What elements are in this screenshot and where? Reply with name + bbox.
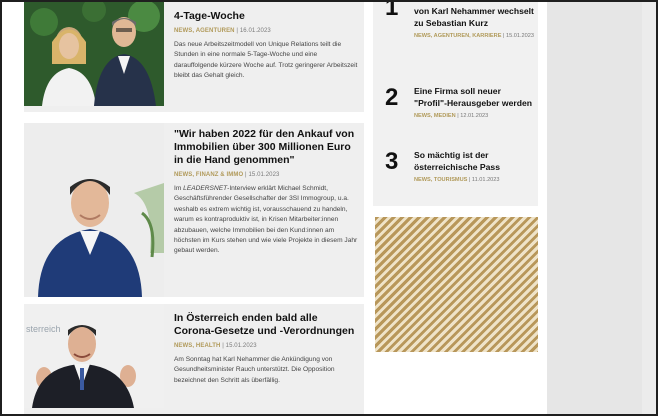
article-categories[interactable]: NEWS, FINANZ & IMMO xyxy=(174,172,243,178)
article-categories[interactable]: NEWS, HEALTH xyxy=(174,343,220,349)
article-image[interactable] xyxy=(24,123,164,297)
article-headline[interactable]: In Österreich enden bald alle Corona-Ges… xyxy=(174,312,360,338)
article-excerpt: Das neue Arbeitszeitmodell von Unique Re… xyxy=(174,41,358,80)
ranking-number: 2 xyxy=(385,84,399,111)
article-image[interactable]: sterreich xyxy=(24,304,164,408)
most-read-list: 1 von Karl Nehammer wechselt zu Sebastia… xyxy=(373,2,538,206)
ranking-item[interactable]: 2 Eine Firma soll neuer "Profil"-Herausg… xyxy=(385,86,535,142)
ranking-date: | 11.01.2023 xyxy=(468,177,500,183)
ranking-date: | 15.01.2023 xyxy=(503,33,535,39)
article-date: | 15.01.2023 xyxy=(245,172,280,178)
ranking-body: Eine Firma soll neuer "Profil"-Herausgeb… xyxy=(414,86,535,120)
ranking-meta: NEWS, AGENTUREN, KARRIERE | 15.01.2023 xyxy=(414,32,535,40)
article-content: "Wir haben 2022 für den Ankauf von Immob… xyxy=(174,128,360,257)
ranking-categories[interactable]: NEWS, MEDIEN xyxy=(414,113,456,119)
article-categories[interactable]: NEWS, AGENTUREN xyxy=(174,28,235,34)
article-image[interactable] xyxy=(24,2,164,106)
ranking-item[interactable]: 1 von Karl Nehammer wechselt zu Sebastia… xyxy=(385,0,535,66)
ranking-title[interactable]: Eine Firma soll neuer "Profil"-Herausgeb… xyxy=(414,86,535,109)
article-photo-graphic xyxy=(24,2,164,106)
article-date: | 16.01.2023 xyxy=(236,28,271,34)
ranking-number: 3 xyxy=(385,148,399,175)
article-card[interactable]: "Wir haben 2022 für den Ankauf von Immob… xyxy=(24,123,364,297)
article-headline[interactable]: 4-Tage-Woche xyxy=(174,10,360,23)
ranking-date: | 12.01.2023 xyxy=(457,113,489,119)
article-date: | 15.01.2023 xyxy=(222,343,257,349)
ranking-body: von Karl Nehammer wechselt zu Sebastian … xyxy=(414,6,535,40)
ranking-categories[interactable]: NEWS, TOURISMUS xyxy=(414,177,467,183)
ranking-title[interactable]: von Karl Nehammer wechselt zu Sebastian … xyxy=(414,6,535,29)
article-content: In Österreich enden bald alle Corona-Ges… xyxy=(174,312,360,386)
ranking-number: 1 xyxy=(385,0,399,21)
page-frame: 4-Tage-Woche NEWS, AGENTUREN | 16.01.202… xyxy=(0,0,658,416)
ranking-meta: NEWS, TOURISMUS | 11.01.2023 xyxy=(414,176,535,184)
article-excerpt: Am Sonntag hat Karl Nehammer die Ankündi… xyxy=(174,356,335,384)
excerpt-prefix: Im xyxy=(174,185,184,192)
ranking-body: So mächtig ist der österreichische Pass … xyxy=(414,150,535,184)
background-lettering: sterreich xyxy=(26,324,61,334)
article-photo-graphic xyxy=(24,123,164,297)
ranking-categories[interactable]: NEWS, AGENTUREN, KARRIERE xyxy=(414,33,501,39)
article-content: 4-Tage-Woche NEWS, AGENTUREN | 16.01.202… xyxy=(174,10,360,82)
article-photo-graphic: sterreich xyxy=(24,304,164,408)
article-excerpt: Im LEADERSNET-Interview erklärt Michael … xyxy=(174,184,360,257)
ranking-item[interactable]: 3 So mächtig ist der österreichische Pas… xyxy=(385,150,535,198)
ranking-title[interactable]: So mächtig ist der österreichische Pass xyxy=(414,150,535,173)
excerpt-brand: LEADERSNET xyxy=(183,185,228,192)
sidebar-background xyxy=(547,2,656,414)
article-card[interactable]: 4-Tage-Woche NEWS, AGENTUREN | 16.01.202… xyxy=(24,2,364,112)
ranking-meta: NEWS, MEDIEN | 12.01.2023 xyxy=(414,112,535,120)
article-card[interactable]: sterreich In Österreich enden bald alle … xyxy=(24,304,364,414)
article-meta: NEWS, AGENTUREN | 16.01.2023 xyxy=(174,27,360,36)
article-headline[interactable]: "Wir haben 2022 für den Ankauf von Immob… xyxy=(174,128,360,167)
article-meta: NEWS, HEALTH | 15.01.2023 xyxy=(174,342,360,351)
excerpt-rest: -Interview erklärt Michael Schmidt, Gesc… xyxy=(174,185,358,255)
article-meta: NEWS, FINANZ & IMMO | 15.01.2023 xyxy=(174,171,360,180)
scrollbar-track[interactable] xyxy=(642,2,656,414)
ad-placeholder[interactable] xyxy=(375,217,538,352)
